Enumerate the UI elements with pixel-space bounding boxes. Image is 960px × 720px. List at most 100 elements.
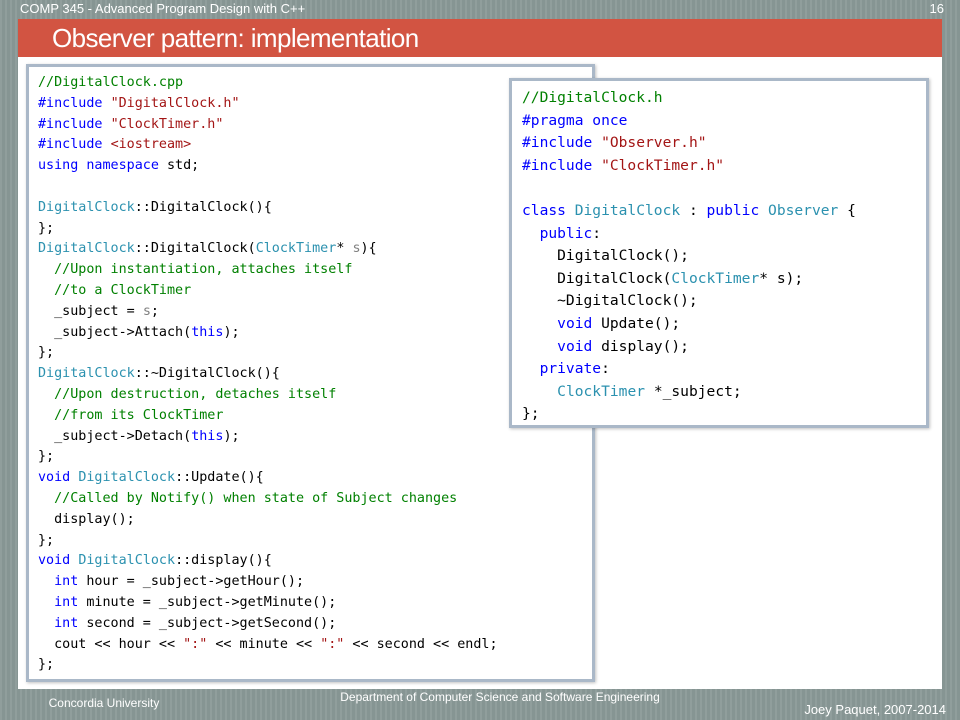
code-token: _subject = [38, 303, 143, 319]
code-token: display(); [38, 511, 135, 527]
code-token: * s); [759, 269, 804, 287]
code-token: using namespace [38, 158, 167, 174]
code-token: ::Update(){ [175, 470, 264, 486]
code-line: #pragma once [522, 110, 926, 133]
code-token: s [352, 241, 361, 257]
code-token: std; [167, 158, 200, 174]
code-token: #include [38, 137, 111, 153]
code-token: : [601, 360, 610, 378]
code-token: DigitalClock [78, 470, 176, 486]
code-token: DigitalClock [38, 199, 135, 215]
code-token: class [522, 201, 575, 219]
footer-department: Department of Computer Science and Softw… [340, 690, 660, 704]
code-line: display(); [38, 510, 592, 531]
code-token: ::~DigitalClock(){ [134, 366, 280, 382]
code-token: }; [38, 449, 55, 465]
code-token: ClockTimer [671, 269, 760, 287]
code-line: private: [522, 358, 926, 381]
code-token: void [557, 337, 602, 355]
code-token: { [838, 201, 856, 219]
code-line: int hour = _subject->getHour(); [38, 572, 592, 593]
code-token: DigitalClock(); [522, 247, 689, 265]
code-token: ); [223, 428, 240, 444]
code-token: Update(); [601, 314, 681, 332]
code-token: ); [223, 324, 240, 340]
title-bar: Observer pattern: implementation [18, 19, 942, 57]
code-token: : [680, 201, 707, 219]
code-line: //Called by Notify() when state of Subje… [38, 489, 592, 510]
code-token: public [706, 201, 769, 219]
code-line: }; [522, 403, 926, 426]
code-token: }; [38, 220, 55, 236]
code-line: void display(); [522, 336, 926, 359]
code-token: ; [150, 303, 159, 319]
code-token: this [191, 428, 224, 444]
code-token: int [54, 594, 87, 610]
code-line: }; [38, 655, 592, 676]
code-token: #include [38, 116, 111, 132]
code-line: public: [522, 223, 926, 246]
course-title: COMP 345 - Advanced Program Design with … [20, 1, 306, 16]
code-token: ::DigitalClock(){ [134, 199, 272, 215]
code-token: int [54, 615, 87, 631]
code-line: #include "ClockTimer.h" [522, 155, 926, 178]
code-line: #include "Observer.h" [522, 132, 926, 155]
code-token: <iostream> [110, 137, 192, 153]
code-token: }; [38, 345, 55, 361]
code-token: Observer [768, 201, 839, 219]
code-token: ":" [183, 636, 208, 652]
code-token: //Called by Notify() when state of Subje… [54, 490, 458, 506]
code-token: display(); [601, 337, 689, 355]
code-token: second = _subject->getSecond(); [86, 615, 337, 631]
code-token: ClockTimer [255, 241, 337, 257]
code-line: //DigitalClock.h [522, 87, 926, 110]
code-token: "DigitalClock.h" [110, 95, 240, 111]
code-token: _subject->Detach( [38, 428, 192, 444]
code-token: }; [38, 657, 55, 673]
code-line: _subject->Detach(this); [38, 427, 592, 448]
code-line: int minute = _subject->getMinute(); [38, 593, 592, 614]
code-line: void Update(); [522, 313, 926, 336]
code-token: public [539, 224, 593, 242]
header-code-box: //DigitalClock.h #pragma once #include "Ob… [509, 78, 929, 428]
code-token: DigitalClock [38, 241, 135, 257]
code-token: this [191, 324, 224, 340]
code-line: ~DigitalClock(); [522, 290, 926, 313]
code-token: //from its ClockTimer [54, 407, 224, 423]
code-token: "Observer.h" [601, 134, 707, 152]
code-token: << second << endl; [344, 636, 498, 652]
slide-title: Observer pattern: implementation [52, 23, 419, 53]
code-token: void [557, 314, 602, 332]
code-token: DigitalClock [78, 553, 176, 569]
code-token: hour = _subject->getHour(); [86, 574, 305, 590]
code-token: #pragma once [522, 111, 628, 129]
code-token: #include [522, 134, 602, 152]
footer-author: Joey Paquet, 2007-2014 [804, 702, 946, 717]
code-token: cout << hour << [38, 636, 184, 652]
code-token: "ClockTimer.h" [110, 116, 224, 132]
code-token: s [142, 303, 151, 319]
code-token: * [336, 241, 353, 257]
code-token: _subject->Attach( [38, 324, 192, 340]
code-line: cout << hour << ":" << minute << ":" << … [38, 635, 592, 656]
code-token: //to a ClockTimer [54, 282, 192, 298]
code-token: int [54, 574, 87, 590]
code-token: "ClockTimer.h" [601, 156, 725, 174]
code-token: //DigitalClock.cpp [38, 75, 184, 90]
code-token: : [592, 224, 602, 242]
code-token: private [539, 360, 602, 378]
code-token: }; [38, 532, 55, 548]
code-token: ":" [320, 636, 345, 652]
code-token: ~DigitalClock(); [522, 292, 698, 310]
